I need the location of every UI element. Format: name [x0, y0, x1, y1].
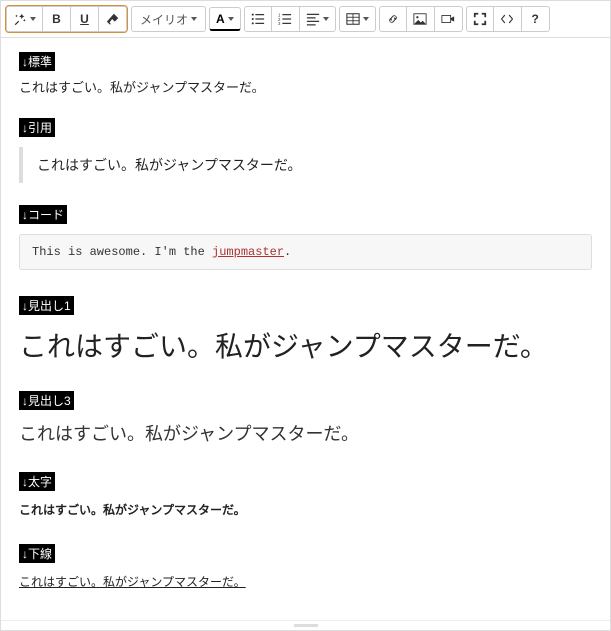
text-underline: これはすごい。私がジャンプマスターだ。 [19, 573, 592, 590]
link-button[interactable] [379, 6, 407, 32]
table-group [339, 6, 376, 32]
code-icon [500, 12, 514, 26]
caret-icon [30, 17, 36, 21]
codeview-button[interactable] [494, 6, 522, 32]
label-h3: ↓見出し3 [19, 391, 74, 410]
label-code: ↓コード [19, 205, 67, 224]
font-family-select[interactable]: メイリオ [131, 6, 206, 32]
caret-icon [228, 17, 234, 21]
insert-group [379, 6, 463, 32]
font-group: メイリオ [131, 6, 206, 32]
ul-button[interactable] [244, 6, 272, 32]
eraser-icon [106, 12, 120, 26]
label-bold: ↓太字 [19, 472, 55, 491]
label-quote: ↓引用 [19, 118, 55, 137]
help-button[interactable]: ? [522, 6, 550, 32]
text-bold: これはすごい。私がジャンプマスターだ。 [19, 501, 592, 518]
code-underline-word: jumpmaster [212, 245, 284, 259]
text-h1: これはすごい。私がジャンプマスターだ。 [19, 325, 592, 365]
resize-handle[interactable] [1, 620, 610, 630]
align-icon [306, 12, 320, 26]
color-glyph: A [216, 12, 225, 26]
list-group: 123 [244, 6, 336, 32]
text-standard: これはすごい。私がジャンプマスターだ。 [19, 77, 592, 96]
ol-button[interactable]: 123 [272, 6, 300, 32]
editor-container: B U メイリオ A 123 [0, 0, 611, 631]
color-group: A [209, 7, 241, 31]
ol-icon: 123 [278, 12, 292, 26]
text-h3: これはすごい。私がジャンプマスターだ。 [19, 420, 592, 446]
table-button[interactable] [339, 6, 376, 32]
fullscreen-button[interactable] [466, 6, 494, 32]
label-underline: ↓下線 [19, 544, 55, 563]
grip-icon [294, 624, 318, 627]
image-button[interactable] [407, 6, 435, 32]
view-group: ? [466, 6, 550, 32]
ul-icon [251, 12, 265, 26]
caret-icon [323, 17, 329, 21]
fullscreen-icon [473, 12, 487, 26]
label-h1: ↓見出し1 [19, 296, 74, 315]
editor-content[interactable]: ↓標準 これはすごい。私がジャンプマスターだ。 ↓引用 これはすごい。私がジャン… [1, 38, 610, 620]
bold-button[interactable]: B [43, 6, 71, 32]
svg-text:3: 3 [278, 21, 281, 26]
paragraph-button[interactable] [300, 6, 336, 32]
video-icon [441, 12, 455, 26]
magic-icon [13, 12, 27, 26]
text-quote: これはすごい。私がジャンプマスターだ。 [19, 147, 592, 183]
font-color-button[interactable]: A [209, 7, 241, 31]
font-family-label: メイリオ [140, 11, 188, 28]
label-standard: ↓標準 [19, 52, 55, 71]
underline-button[interactable]: U [71, 6, 99, 32]
video-button[interactable] [435, 6, 463, 32]
table-icon [346, 12, 360, 26]
caret-icon [191, 17, 197, 21]
text-code: This is awesome. I'm the jumpmaster. [19, 234, 592, 270]
style-group: B U [5, 5, 128, 33]
image-icon [413, 12, 427, 26]
caret-icon [363, 17, 369, 21]
eraser-button[interactable] [99, 6, 127, 32]
link-icon [386, 12, 400, 26]
magic-button[interactable] [6, 6, 43, 32]
toolbar: B U メイリオ A 123 [1, 1, 610, 38]
